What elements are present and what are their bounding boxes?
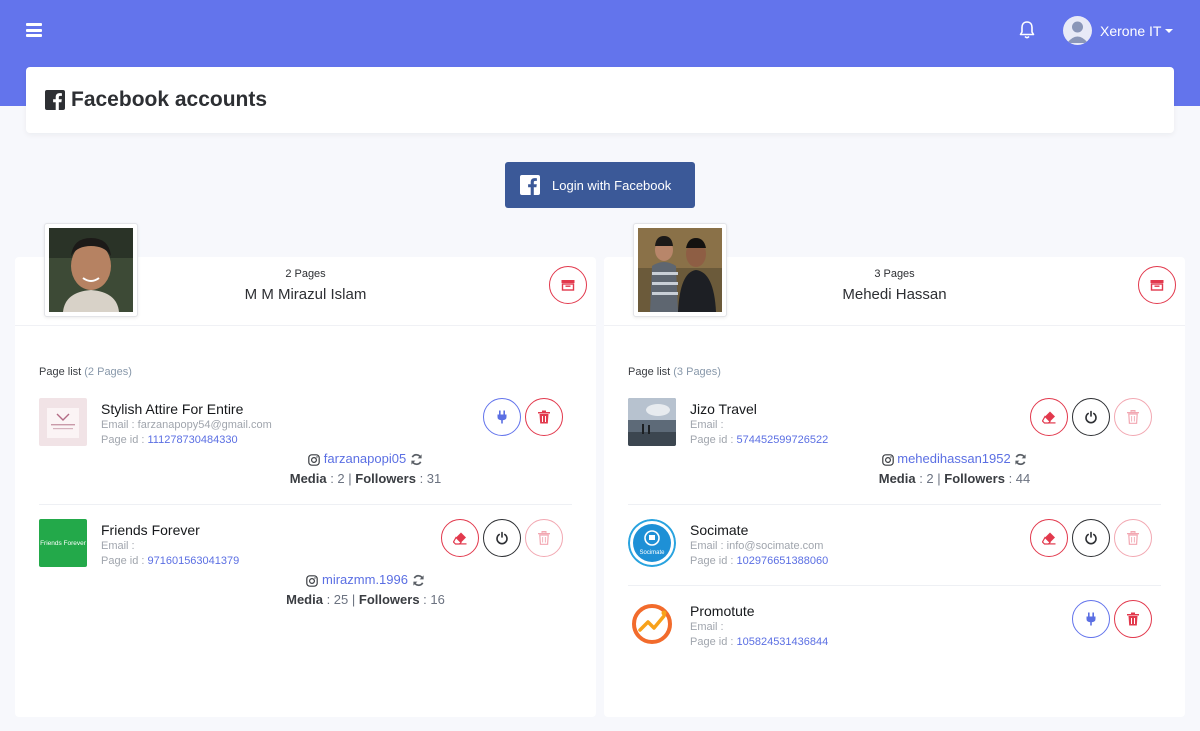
instagram-icon	[308, 453, 320, 466]
trash-icon	[1127, 410, 1139, 424]
instagram-stats: Media : 2 | Followers : 44	[878, 471, 1031, 486]
facebook-f-icon	[520, 175, 540, 195]
page-title: Facebook accounts	[71, 88, 268, 111]
page-id: Page id : 574452599726522	[690, 434, 829, 446]
instagram-stats: Media : 25 | Followers : 16	[286, 592, 445, 607]
list-item: Friends Forever Friends Forever Email : …	[39, 519, 572, 619]
page-id: Page id : 102976651388060	[690, 555, 829, 567]
delete-account-button[interactable]	[549, 266, 587, 304]
erase-button[interactable]	[441, 519, 479, 557]
instagram-icon	[306, 574, 319, 587]
instagram-account[interactable]: mirazmm.1996	[39, 572, 572, 587]
user-name: Xerone IT	[1100, 22, 1162, 39]
instagram-stats: Media : 2 | Followers : 31	[289, 471, 442, 486]
bell-icon[interactable]	[1018, 20, 1036, 40]
delete-page-button[interactable]	[1114, 519, 1152, 557]
page-email: Email :	[690, 621, 724, 633]
trash-icon	[1127, 612, 1139, 626]
page-name: Socimate	[690, 522, 749, 538]
page-thumbnail: Socimate	[628, 519, 676, 567]
instagram-account[interactable]: farzanapopi05	[39, 451, 572, 466]
page-thumbnail	[628, 600, 676, 648]
sync-icon[interactable]	[410, 453, 423, 466]
delete-page-button[interactable]	[1114, 398, 1152, 436]
page-id: Page id : 105824531436844	[690, 636, 829, 648]
power-button[interactable]	[1072, 398, 1110, 436]
sync-icon[interactable]	[412, 574, 425, 587]
archive-delete-icon	[561, 280, 575, 291]
page-name: Promotute	[690, 603, 755, 619]
erase-button[interactable]	[1030, 398, 1068, 436]
account-name: M M Mirazul Islam	[244, 286, 367, 303]
svg-text:Socimate: Socimate	[639, 550, 665, 556]
power-icon	[1085, 410, 1097, 424]
sync-icon[interactable]	[1014, 453, 1027, 466]
login-button-label: Login with Facebook	[552, 177, 672, 193]
page-email: Email :	[690, 419, 724, 431]
list-item: Promotute Email : Page id : 105824531436…	[628, 600, 1161, 660]
page-thumbnail: Friends Forever	[39, 519, 87, 567]
page-thumbnail	[39, 398, 87, 446]
eraser-icon	[1042, 532, 1056, 545]
connect-button[interactable]	[483, 398, 521, 436]
archive-delete-icon	[1150, 280, 1164, 291]
delete-account-button[interactable]	[1138, 266, 1176, 304]
card-separator	[604, 325, 1185, 326]
page-header: Facebook accounts	[26, 67, 1174, 133]
delete-page-button[interactable]	[525, 519, 563, 557]
power-button[interactable]	[1072, 519, 1110, 557]
plug-icon	[1086, 612, 1096, 626]
list-divider	[628, 504, 1161, 505]
list-divider	[39, 504, 572, 505]
login-with-facebook-button[interactable]: Login with Facebook	[505, 162, 695, 208]
plug-icon	[497, 410, 507, 424]
page-list-label: Page list (3 Pages)	[628, 366, 721, 378]
card-separator	[15, 325, 596, 326]
trash-icon	[538, 531, 550, 545]
delete-page-button[interactable]	[1114, 600, 1152, 638]
pages-count: 3 Pages	[874, 268, 915, 280]
power-icon	[1085, 531, 1097, 545]
list-item: Socimate Socimate Email : info@socimate.…	[628, 519, 1161, 579]
instagram-account[interactable]: mehedihassan1952	[628, 451, 1161, 466]
list-item: Jizo Travel Email : Page id : 5744525997…	[628, 398, 1161, 498]
erase-button[interactable]	[1030, 519, 1068, 557]
facebook-square-icon	[45, 90, 65, 110]
user-avatar-icon	[1063, 16, 1092, 45]
eraser-icon	[1042, 411, 1056, 424]
account-name: Mehedi Hassan	[842, 286, 947, 303]
list-item: Stylish Attire For Entire Email : farzan…	[39, 398, 572, 498]
page-name: Friends Forever	[101, 522, 200, 538]
trash-icon	[1127, 531, 1139, 545]
user-menu[interactable]: Xerone IT	[1063, 16, 1174, 45]
page-name: Stylish Attire For Entire	[101, 401, 244, 417]
instagram-icon	[881, 453, 894, 466]
delete-page-button[interactable]	[525, 398, 563, 436]
pages-count: 2 Pages	[285, 268, 326, 280]
account-card: 2 Pages M M Mirazul Islam Page list (2 P…	[15, 223, 596, 717]
page-thumbnail	[628, 398, 676, 446]
power-icon	[496, 531, 508, 545]
page-email: Email :	[101, 540, 135, 552]
page-id: Page id : 971601563041379	[101, 555, 240, 567]
page-name: Jizo Travel	[690, 401, 757, 417]
trash-icon	[538, 410, 550, 424]
hamburger-icon[interactable]	[26, 22, 42, 38]
page-list-label: Page list (2 Pages)	[39, 366, 132, 378]
power-button[interactable]	[483, 519, 521, 557]
eraser-icon	[453, 532, 467, 545]
account-card: 3 Pages Mehedi Hassan Page list (3 Pages…	[604, 223, 1185, 717]
list-divider	[628, 585, 1161, 586]
page-id: Page id : 111278730484330	[101, 434, 238, 446]
caret-down-icon	[1165, 29, 1174, 33]
connect-button[interactable]	[1072, 600, 1110, 638]
page-email: Email : farzanapopy54@gmail.com	[101, 419, 272, 431]
page-email: Email : info@socimate.com	[690, 540, 824, 552]
